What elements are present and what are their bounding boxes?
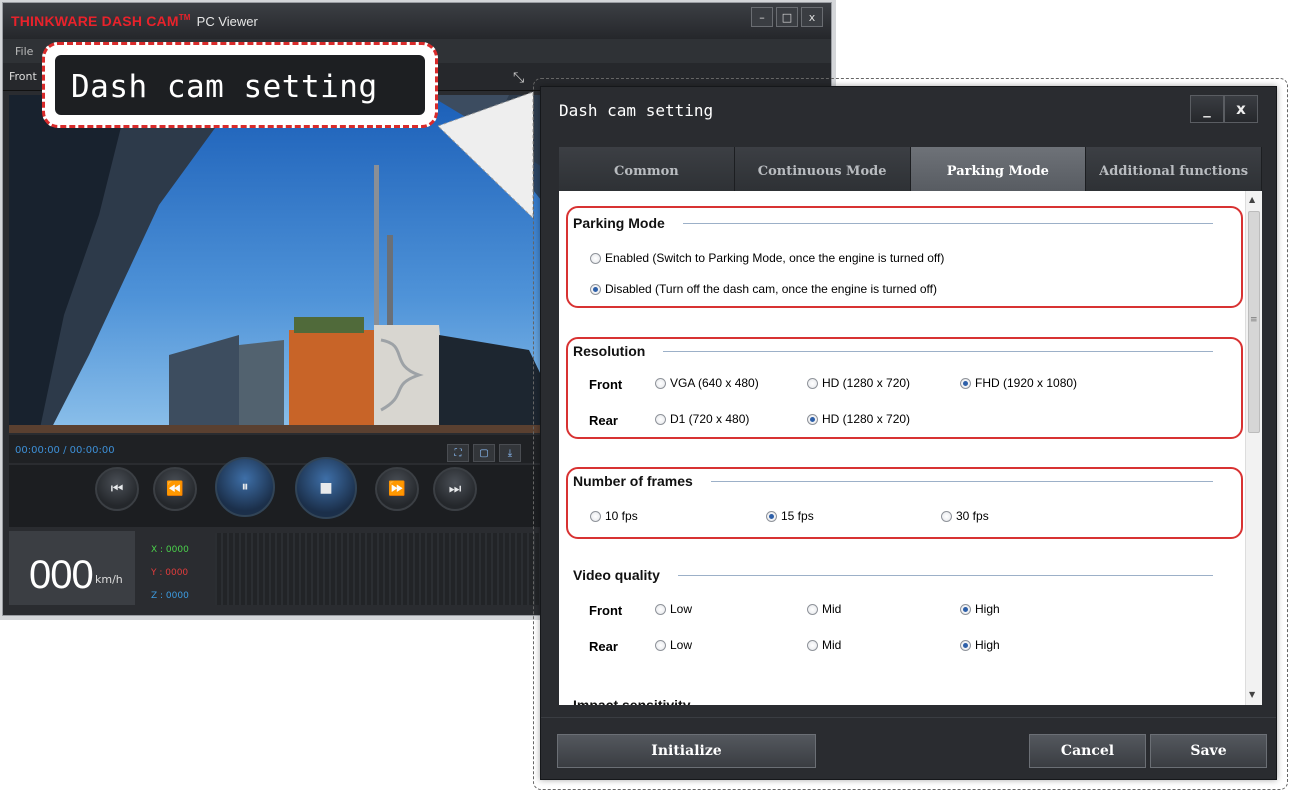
cancel-button[interactable]: Cancel: [1029, 734, 1146, 768]
scroll-grip-icon: ≡: [1250, 315, 1258, 325]
fps-30-option[interactable]: 30 fps: [941, 509, 989, 523]
front-quality-high[interactable]: High: [960, 602, 1000, 616]
radio-selected-icon[interactable]: [766, 510, 777, 522]
radio-selected-icon[interactable]: [590, 283, 601, 295]
quality-rear-label: Rear: [589, 639, 618, 654]
radio-icon[interactable]: [655, 603, 666, 615]
quality-front-label: Front: [589, 603, 623, 618]
rear-res-hd[interactable]: HD (1280 x 720): [807, 412, 910, 426]
impact-heading: Impact sensitivity: [573, 697, 691, 705]
callout-label: Dash cam setting: [55, 55, 425, 115]
settings-panel: Parking Mode Enabled (Switch to Parking …: [559, 191, 1262, 705]
dialog-window-buttons: _ x: [1190, 95, 1258, 123]
tab-additional-functions[interactable]: Additional functions: [1086, 147, 1262, 191]
radio-icon[interactable]: [807, 377, 818, 389]
parking-disabled-option[interactable]: Disabled (Turn off the dash cam, once th…: [590, 282, 937, 296]
tab-common[interactable]: Common: [559, 147, 735, 191]
radio-selected-icon[interactable]: [960, 639, 971, 651]
radio-selected-icon[interactable]: [960, 603, 971, 615]
dialog-close-button[interactable]: x: [1224, 95, 1258, 123]
front-quality-mid[interactable]: Mid: [807, 602, 841, 616]
settings-dialog: Dash cam setting _ x Common Continuous M…: [540, 86, 1277, 780]
resolution-heading: Resolution: [573, 343, 646, 359]
resolution-rear-label: Rear: [589, 413, 618, 428]
tab-bar: Common Continuous Mode Parking Mode Addi…: [559, 147, 1262, 191]
radio-icon[interactable]: [655, 413, 666, 425]
callout-box: Dash cam setting: [42, 42, 438, 128]
scroll-down-icon[interactable]: ▼: [1249, 690, 1255, 699]
initialize-button[interactable]: Initialize: [557, 734, 816, 768]
impact-section: Impact sensitivity: [573, 697, 1213, 705]
parking-mode-section: Parking Mode: [573, 215, 1213, 231]
radio-selected-icon[interactable]: [807, 413, 818, 425]
fps-15-option[interactable]: 15 fps: [766, 509, 814, 523]
rear-quality-high[interactable]: High: [960, 638, 1000, 652]
rear-quality-low[interactable]: Low: [655, 638, 692, 652]
radio-icon[interactable]: [807, 603, 818, 615]
rear-res-d1[interactable]: D1 (720 x 480): [655, 412, 749, 426]
tab-parking-mode[interactable]: Parking Mode: [910, 147, 1087, 191]
radio-icon[interactable]: [590, 252, 601, 264]
tab-continuous-mode[interactable]: Continuous Mode: [734, 147, 911, 191]
parking-mode-heading: Parking Mode: [573, 215, 665, 231]
radio-icon[interactable]: [590, 510, 601, 522]
radio-icon[interactable]: [807, 639, 818, 651]
video-quality-section: Video quality: [573, 567, 1213, 583]
front-quality-low[interactable]: Low: [655, 602, 692, 616]
rear-quality-mid[interactable]: Mid: [807, 638, 841, 652]
radio-icon[interactable]: [655, 639, 666, 651]
vertical-scrollbar[interactable]: ▲ ≡ ▼: [1245, 191, 1262, 705]
dialog-footer: Initialize Cancel Save: [541, 717, 1276, 779]
front-res-hd[interactable]: HD (1280 x 720): [807, 376, 910, 390]
frames-section: Number of frames: [573, 473, 1213, 489]
front-res-vga[interactable]: VGA (640 x 480): [655, 376, 759, 390]
dialog-title: Dash cam setting: [559, 101, 714, 120]
video-quality-heading: Video quality: [573, 567, 660, 583]
radio-selected-icon[interactable]: [960, 377, 971, 389]
save-button[interactable]: Save: [1150, 734, 1267, 768]
radio-icon[interactable]: [655, 377, 666, 389]
frames-heading: Number of frames: [573, 473, 693, 489]
resolution-section: Resolution: [573, 343, 1213, 359]
resolution-front-label: Front: [589, 377, 623, 392]
scroll-up-icon[interactable]: ▲: [1249, 195, 1255, 204]
parking-enabled-option[interactable]: Enabled (Switch to Parking Mode, once th…: [590, 251, 944, 265]
front-res-fhd[interactable]: FHD (1920 x 1080): [960, 376, 1077, 390]
fps-10-option[interactable]: 10 fps: [590, 509, 638, 523]
radio-icon[interactable]: [941, 510, 952, 522]
dialog-minimize-button[interactable]: _: [1190, 95, 1224, 123]
